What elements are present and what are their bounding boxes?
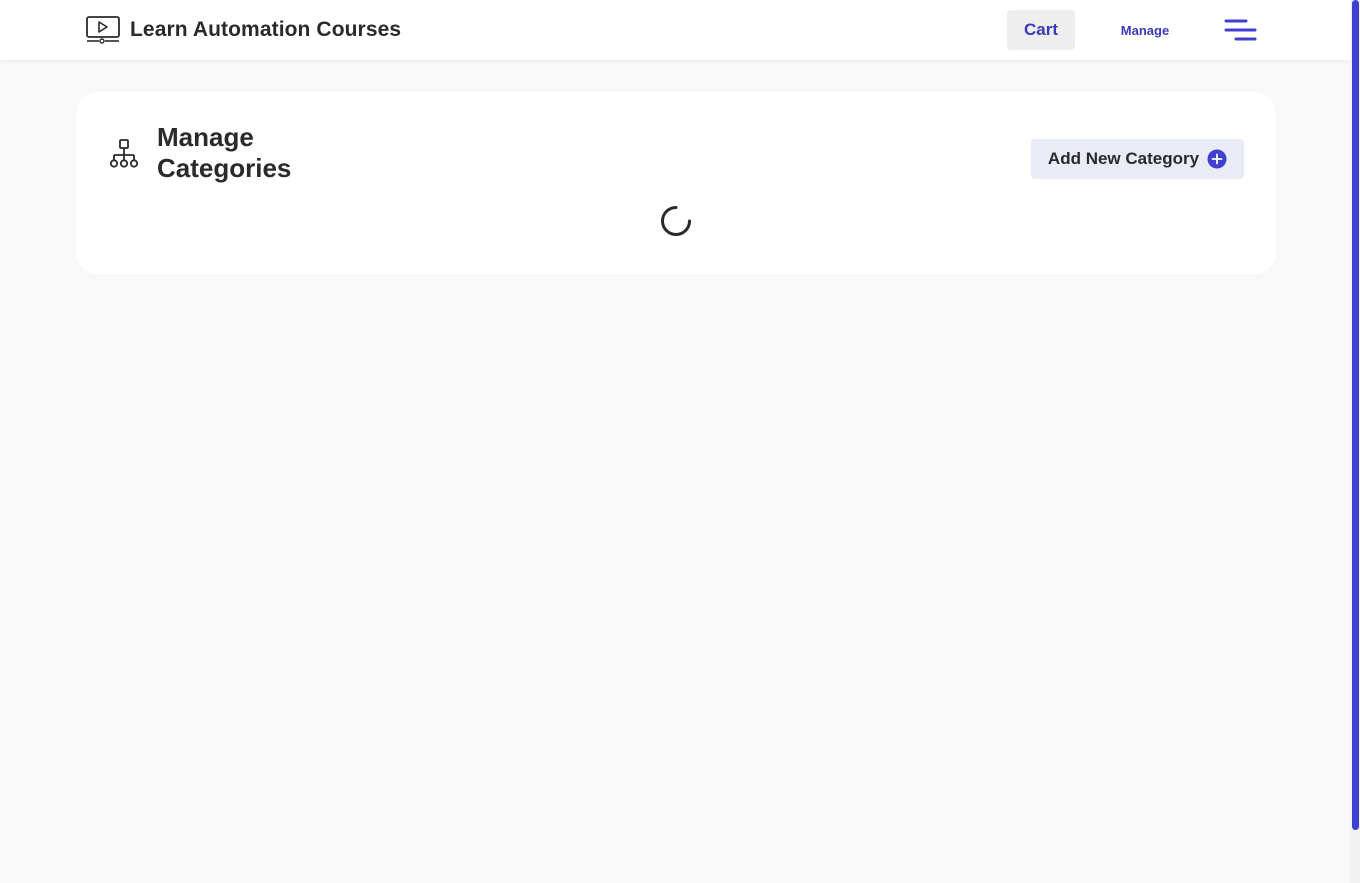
- sitemap-icon: [109, 139, 139, 168]
- plus-circle-icon: [1207, 149, 1227, 169]
- add-new-category-label: Add New Category: [1047, 149, 1200, 168]
- hamburger-menu-icon: [1224, 19, 1257, 41]
- loading-spinner-icon: [661, 206, 691, 236]
- add-new-category-button[interactable]: Add New Category: [1031, 139, 1244, 179]
- top-nav-bar: Learn Automation Courses Cart Manage: [0, 0, 1350, 60]
- page-title: Manage Categories: [157, 122, 292, 183]
- menu-button[interactable]: [1222, 17, 1258, 43]
- page-scrollbar[interactable]: [1350, 0, 1360, 883]
- scrollbar-thumb[interactable]: [1352, 0, 1359, 830]
- brand-title: Learn Automation Courses: [130, 18, 402, 41]
- categories-card: Manage Categories Add New Category: [76, 92, 1276, 274]
- manage-link[interactable]: Manage: [1112, 20, 1178, 40]
- video-monitor-icon: [86, 16, 120, 44]
- brand[interactable]: Learn Automation Courses: [86, 16, 401, 44]
- cart-button[interactable]: Cart: [1007, 10, 1075, 50]
